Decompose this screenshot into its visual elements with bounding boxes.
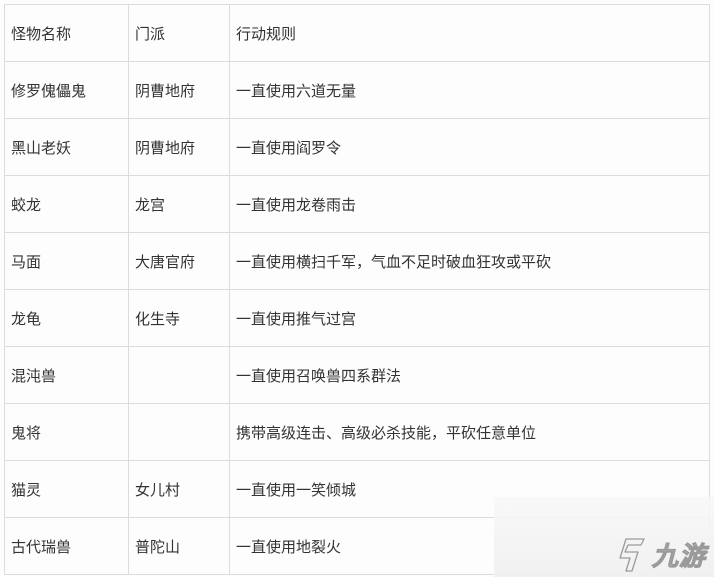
sect-cell: 阴曹地府 (128, 118, 230, 176)
action-rule-cell: 携带高级连击、高级必杀技能，平砍任意单位 (229, 403, 710, 461)
watermark-logo: 九游 (614, 536, 706, 573)
monster-table: 怪物名称 门派 行动规则 修罗傀儡鬼 阴曹地府 一直使用六道无量 黑山老妖 阴曹地府 一直… (4, 4, 710, 575)
monster-name-cell: 马面 (4, 232, 129, 290)
table-header-row: 怪物名称 门派 行动规则 (4, 4, 710, 62)
monster-name-cell: 修罗傀儡鬼 (4, 61, 129, 119)
sect-cell: 普陀山 (128, 517, 230, 575)
action-rule-cell: 一直使用六道无量 (229, 61, 710, 119)
sect-cell (128, 346, 230, 404)
monster-name-cell: 古代瑞兽 (4, 517, 129, 575)
monster-name-cell: 混沌兽 (4, 346, 129, 404)
sect-cell: 女儿村 (128, 460, 230, 518)
action-rule-cell: 一直使用召唤兽四系群法 (229, 346, 710, 404)
header-monster-name: 怪物名称 (4, 4, 129, 62)
table-row: 鬼将 携带高级连击、高级必杀技能，平砍任意单位 (4, 403, 710, 461)
monster-name-cell: 鬼将 (4, 403, 129, 461)
table-row: 修罗傀儡鬼 阴曹地府 一直使用六道无量 (4, 61, 710, 119)
action-rule-cell: 一直使用阎罗令 (229, 118, 710, 176)
monster-name-cell: 黑山老妖 (4, 118, 129, 176)
table-row: 混沌兽 一直使用召唤兽四系群法 (4, 346, 710, 404)
monster-name-cell: 龙龟 (4, 289, 129, 347)
table-row: 蛟龙 龙宫 一直使用龙卷雨击 (4, 175, 710, 233)
sect-cell (128, 403, 230, 461)
header-sect: 门派 (128, 4, 230, 62)
sect-cell: 大唐官府 (128, 232, 230, 290)
sect-cell: 化生寺 (128, 289, 230, 347)
monster-name-cell: 蛟龙 (4, 175, 129, 233)
sect-cell: 阴曹地府 (128, 61, 230, 119)
watermark-text: 九游 (651, 542, 706, 573)
table-row: 马面 大唐官府 一直使用横扫千军，气血不足时破血狂攻或平砍 (4, 232, 710, 290)
table-row: 黑山老妖 阴曹地府 一直使用阎罗令 (4, 118, 710, 176)
action-rule-cell: 一直使用推气过宫 (229, 289, 710, 347)
header-action-rule: 行动规则 (229, 4, 710, 62)
action-rule-cell: 一直使用横扫千军，气血不足时破血狂攻或平砍 (229, 232, 710, 290)
watermark: 九游 (494, 497, 714, 577)
jiuyou-logo-icon (619, 537, 645, 572)
sect-cell: 龙宫 (128, 175, 230, 233)
monster-name-cell: 猫灵 (4, 460, 129, 518)
table-row: 龙龟 化生寺 一直使用推气过宫 (4, 289, 710, 347)
action-rule-cell: 一直使用龙卷雨击 (229, 175, 710, 233)
